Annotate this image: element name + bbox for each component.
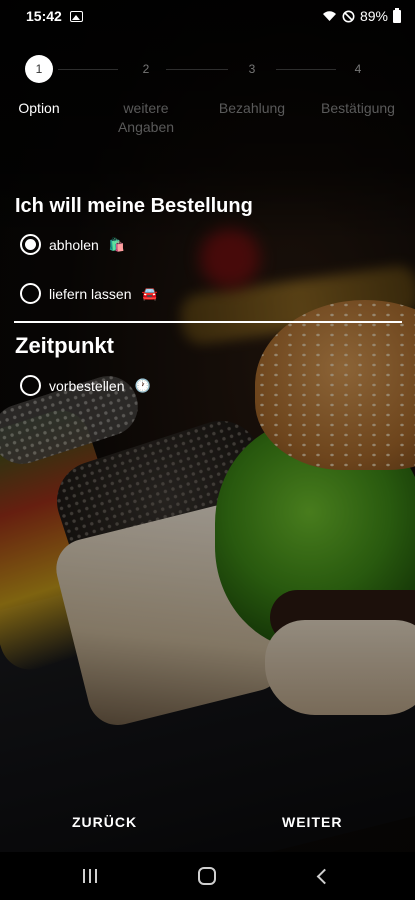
system-nav-bar xyxy=(0,852,415,900)
step-bestaetigung[interactable]: 4 Bestätigung xyxy=(306,55,410,118)
shopping-bags-icon: 🛍️ xyxy=(108,236,126,252)
step-number: 1 xyxy=(25,55,53,83)
back-chevron-icon xyxy=(316,868,332,884)
status-bar: 15:42 89% xyxy=(0,0,415,32)
section-divider xyxy=(14,321,402,323)
step-weitere-angaben[interactable]: 2 weitere Angaben xyxy=(94,55,198,137)
status-time: 15:42 xyxy=(26,8,62,24)
car-icon: 🚘 xyxy=(141,285,158,301)
option-vorbestellen[interactable]: vorbestellen 🕐 xyxy=(20,375,151,396)
battery-icon xyxy=(393,7,401,23)
option-abholen[interactable]: abholen 🛍️ xyxy=(20,234,125,255)
option-label: liefern lassen xyxy=(49,285,132,302)
radio-vorbestellen[interactable] xyxy=(20,375,41,396)
step-label: Bestätigung xyxy=(321,100,395,116)
photo-icon xyxy=(69,10,83,22)
wifi-icon xyxy=(322,11,336,21)
clock-icon: 🕐 xyxy=(134,377,151,393)
step-number: 4 xyxy=(354,62,362,76)
order-section-title: Ich will meine Bestellung xyxy=(15,195,253,217)
back-button[interactable]: ZURÜCK xyxy=(62,808,147,836)
status-icons: 89% xyxy=(322,7,401,24)
option-label: vorbestellen xyxy=(49,377,125,394)
step-option[interactable]: 1 Option xyxy=(0,55,91,118)
step-bezahlung[interactable]: 3 Bezahlung xyxy=(200,55,304,118)
radio-abholen[interactable] xyxy=(20,234,41,255)
do-not-disturb-icon xyxy=(342,10,355,22)
step-label: Bezahlung xyxy=(218,100,286,116)
step-label: weitere Angaben xyxy=(117,100,175,135)
step-label: Option xyxy=(18,100,60,116)
home-button[interactable] xyxy=(187,864,227,888)
radio-liefern-lassen[interactable] xyxy=(20,283,41,304)
checkout-stepper: 1 Option 2 weitere Angaben 3 Bezahlung 4… xyxy=(0,55,415,145)
time-section-title: Zeitpunkt xyxy=(15,333,114,358)
recents-icon xyxy=(83,869,97,883)
recents-button[interactable] xyxy=(70,864,110,888)
home-icon xyxy=(198,867,216,885)
option-label: abholen xyxy=(49,236,99,253)
step-number: 3 xyxy=(248,62,256,76)
system-back-button[interactable] xyxy=(302,864,342,888)
option-liefern-lassen[interactable]: liefern lassen 🚘 xyxy=(20,283,158,304)
next-button[interactable]: WEITER xyxy=(272,808,352,836)
wizard-actions: ZURÜCK WEITER xyxy=(0,808,415,842)
battery-percent: 89% xyxy=(359,8,388,24)
step-number: 2 xyxy=(142,62,150,76)
